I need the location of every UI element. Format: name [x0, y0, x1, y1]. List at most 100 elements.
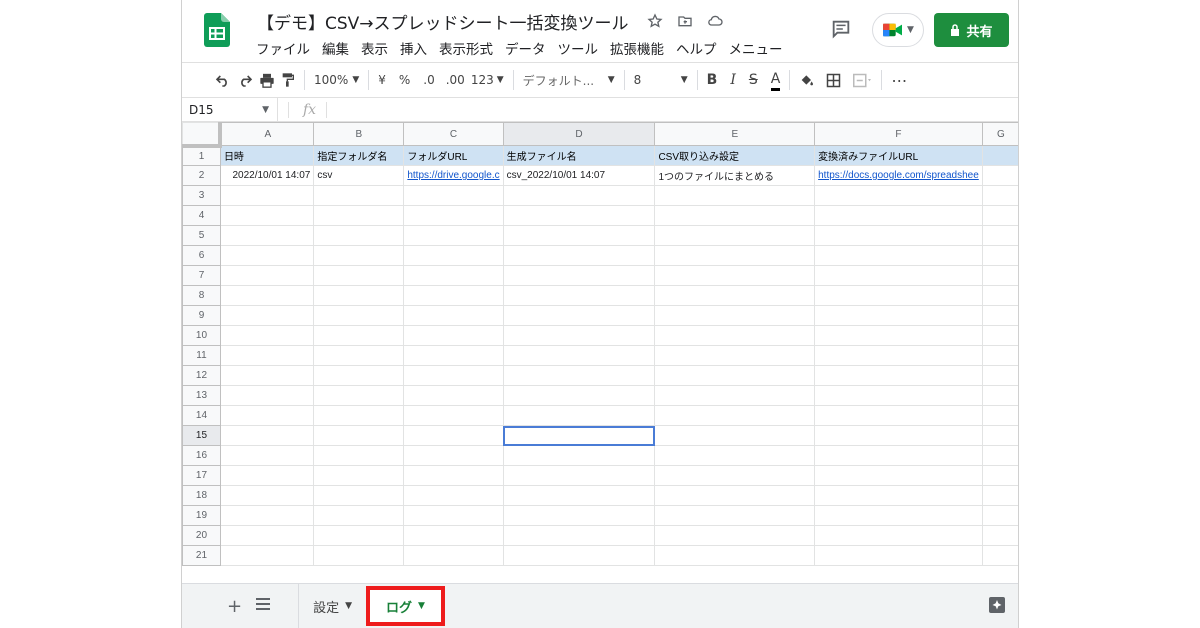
table-cell[interactable] — [403, 225, 504, 246]
more-options-icon[interactable]: ⋯ — [891, 68, 907, 92]
table-cell[interactable] — [403, 365, 504, 386]
table-cell[interactable] — [981, 185, 1018, 206]
table-cell[interactable] — [403, 525, 504, 546]
table-cell[interactable] — [403, 465, 504, 486]
row-header[interactable]: 9 — [182, 305, 221, 326]
table-cell[interactable] — [654, 245, 816, 266]
table-cell[interactable] — [313, 385, 405, 406]
row-header[interactable]: 19 — [182, 505, 221, 526]
decrease-decimal-button[interactable]: .0 — [423, 68, 434, 92]
table-cell[interactable] — [981, 325, 1018, 346]
column-header[interactable]: C — [403, 122, 504, 146]
row-header[interactable]: 14 — [182, 405, 221, 426]
row-header[interactable]: 13 — [182, 385, 221, 406]
move-folder-icon[interactable] — [675, 11, 695, 31]
table-cell[interactable] — [654, 285, 816, 306]
table-cell[interactable] — [814, 305, 983, 326]
row-header[interactable]: 18 — [182, 485, 221, 506]
table-cell[interactable] — [654, 465, 816, 486]
table-cell[interactable] — [219, 345, 315, 366]
row-header[interactable]: 3 — [182, 185, 221, 206]
increase-decimal-button[interactable]: .00 — [446, 68, 465, 92]
menu-help[interactable]: ヘルプ — [670, 38, 723, 58]
table-cell[interactable] — [313, 185, 405, 206]
selected-cell[interactable] — [502, 425, 656, 446]
table-cell[interactable] — [981, 505, 1018, 526]
table-cell[interactable] — [403, 205, 504, 226]
table-cell[interactable] — [313, 325, 405, 346]
table-cell[interactable] — [502, 485, 656, 506]
table-cell[interactable] — [313, 405, 405, 426]
table-cell[interactable] — [313, 285, 405, 306]
table-cell[interactable] — [403, 265, 504, 286]
table-cell[interactable] — [654, 405, 816, 426]
table-cell[interactable] — [403, 485, 504, 506]
table-cell[interactable] — [502, 345, 656, 366]
table-cell[interactable] — [981, 485, 1018, 506]
sheets-logo-icon[interactable] — [204, 13, 230, 47]
table-cell[interactable] — [981, 445, 1018, 466]
table-cell[interactable] — [219, 365, 315, 386]
table-cell[interactable] — [502, 405, 656, 426]
table-cell[interactable] — [219, 465, 315, 486]
table-cell[interactable] — [981, 305, 1018, 326]
meet-button[interactable]: ▼ — [872, 13, 924, 47]
table-cell[interactable]: CSV取り込み設定 — [654, 145, 816, 166]
name-box[interactable]: D15 ▼ — [182, 97, 278, 122]
table-cell[interactable] — [654, 305, 816, 326]
table-cell[interactable] — [313, 525, 405, 546]
percent-format-button[interactable]: % — [399, 68, 410, 92]
star-icon[interactable] — [645, 11, 665, 31]
column-header[interactable]: E — [654, 122, 816, 146]
row-header[interactable]: 5 — [182, 225, 221, 246]
menu-custom[interactable]: メニュー — [723, 38, 789, 58]
table-cell[interactable] — [814, 325, 983, 346]
print-icon[interactable] — [259, 68, 275, 92]
row-header[interactable]: 16 — [182, 445, 221, 466]
table-cell[interactable]: 日時 — [219, 145, 315, 166]
table-cell[interactable] — [654, 225, 816, 246]
table-cell[interactable] — [814, 385, 983, 406]
table-cell[interactable] — [814, 345, 983, 366]
row-header[interactable]: 11 — [182, 345, 221, 366]
table-cell[interactable] — [814, 425, 983, 446]
table-cell[interactable] — [654, 205, 816, 226]
table-cell[interactable] — [219, 325, 315, 346]
table-cell[interactable] — [814, 205, 983, 226]
table-cell[interactable] — [981, 425, 1018, 446]
table-cell[interactable] — [219, 265, 315, 286]
borders-icon[interactable] — [826, 68, 841, 92]
table-cell[interactable] — [814, 185, 983, 206]
table-cell[interactable]: 2022/10/01 14:07 — [219, 165, 315, 186]
menu-edit[interactable]: 編集 — [316, 38, 355, 58]
row-header[interactable]: 2 — [182, 165, 221, 186]
table-cell[interactable] — [814, 505, 983, 526]
table-cell[interactable]: csv_2022/10/01 14:07 — [502, 165, 656, 186]
table-cell[interactable] — [313, 425, 405, 446]
table-cell[interactable] — [313, 305, 405, 326]
menu-extensions[interactable]: 拡張機能 — [604, 38, 670, 58]
row-header[interactable]: 8 — [182, 285, 221, 306]
table-cell[interactable] — [313, 345, 405, 366]
table-cell[interactable] — [403, 425, 504, 446]
menu-insert[interactable]: 挿入 — [394, 38, 433, 58]
table-cell[interactable] — [403, 305, 504, 326]
table-cell[interactable] — [403, 325, 504, 346]
table-cell[interactable] — [814, 265, 983, 286]
sheet-tab-settings[interactable]: 設定 ▼ — [298, 583, 366, 628]
row-header[interactable]: 1 — [182, 145, 221, 166]
table-cell[interactable] — [814, 545, 983, 566]
column-header[interactable]: G — [981, 122, 1018, 146]
text-color-button[interactable]: A — [770, 69, 781, 91]
merge-cells-icon[interactable] — [852, 68, 872, 92]
table-cell[interactable]: 指定フォルダ名 — [313, 145, 405, 166]
table-cell[interactable] — [313, 465, 405, 486]
table-cell[interactable] — [219, 385, 315, 406]
table-cell[interactable] — [403, 245, 504, 266]
table-cell[interactable] — [981, 145, 1018, 166]
table-cell[interactable] — [502, 265, 656, 286]
table-cell[interactable] — [313, 265, 405, 286]
table-cell[interactable] — [814, 245, 983, 266]
formula-input[interactable] — [327, 99, 1018, 121]
table-cell[interactable] — [313, 245, 405, 266]
